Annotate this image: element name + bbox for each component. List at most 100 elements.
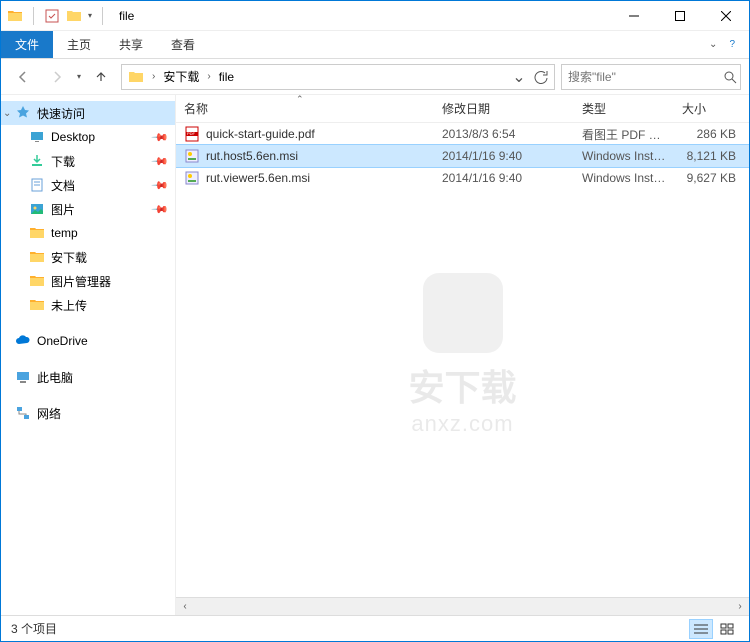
back-button[interactable] <box>9 63 37 91</box>
folder-icon <box>29 297 45 313</box>
file-name: rut.host5.6en.msi <box>206 149 298 163</box>
ribbon-tab-view[interactable]: 查看 <box>157 31 209 58</box>
address-dropdown-icon[interactable]: ⌄ <box>508 65 530 89</box>
minimize-button[interactable] <box>611 1 657 31</box>
forward-button[interactable] <box>43 63 71 91</box>
quick-access-toolbar: ▾ file <box>1 7 140 25</box>
breadcrumb-item[interactable]: 安下载 <box>159 65 203 89</box>
chevron-right-icon[interactable]: › <box>148 71 159 82</box>
file-date: 2013/8/3 6:54 <box>434 127 574 141</box>
sidebar-item[interactable]: 图片管理器 <box>1 269 175 293</box>
msi-icon <box>184 170 200 186</box>
refresh-button[interactable] <box>530 65 552 89</box>
content-area: ⌄ 快速访问 Desktop📌下载📌文档📌图片📌temp安下载图片管理器未上传 … <box>1 95 749 615</box>
sidebar-item[interactable]: 图片 📌 <box>1 197 175 221</box>
desktop-icon <box>29 129 45 145</box>
file-name: quick-start-guide.pdf <box>206 127 315 141</box>
ribbon-expand-icon[interactable]: ⌄ <box>705 35 721 54</box>
column-headers: 名称 ⌃ 修改日期 类型 大小 <box>176 95 749 123</box>
file-date: 2014/1/16 9:40 <box>434 171 574 185</box>
view-switcher <box>689 619 739 639</box>
file-list[interactable]: PDF quick-start-guide.pdf 2013/8/3 6:54 看… <box>176 123 749 597</box>
history-dropdown-icon[interactable]: ▾ <box>77 72 81 81</box>
ribbon-tab-home[interactable]: 主页 <box>53 31 105 58</box>
file-type: 看图王 PDF 文件 <box>574 126 674 143</box>
window-controls <box>611 1 749 31</box>
scroll-left-button[interactable]: ‹ <box>176 598 194 615</box>
documents-icon <box>29 177 45 193</box>
file-row[interactable]: rut.viewer5.6en.msi 2014/1/16 9:40 Windo… <box>176 167 749 189</box>
file-size: 286 KB <box>674 127 744 141</box>
sidebar-item-label: 图片 <box>51 201 75 218</box>
sidebar-network[interactable]: 网络 <box>1 401 175 425</box>
scroll-right-button[interactable]: › <box>731 598 749 615</box>
folder-icon <box>29 273 45 289</box>
file-type: Windows Install... <box>574 149 674 163</box>
up-button[interactable] <box>87 63 115 91</box>
chevron-down-icon[interactable]: ⌄ <box>3 108 11 119</box>
sidebar-onedrive[interactable]: OneDrive <box>1 329 175 353</box>
sidebar-item-label: 此电脑 <box>37 369 73 386</box>
scroll-track[interactable] <box>194 598 731 615</box>
ribbon-tab-file[interactable]: 文件 <box>1 31 53 58</box>
search-input[interactable] <box>568 70 723 84</box>
downloads-icon <box>29 153 45 169</box>
qat-dropdown-icon[interactable]: ▾ <box>88 11 92 20</box>
pin-icon: 📌 <box>151 128 170 147</box>
titlebar: ▾ file <box>1 1 749 31</box>
navigation-pane: ⌄ 快速访问 Desktop📌下载📌文档📌图片📌temp安下载图片管理器未上传 … <box>1 95 176 615</box>
ribbon-tabs: 文件 主页 共享 查看 ⌄ ? <box>1 31 749 59</box>
sidebar-item-label: 快速访问 <box>37 105 85 122</box>
computer-icon <box>15 369 31 385</box>
file-row[interactable]: PDF quick-start-guide.pdf 2013/8/3 6:54 看… <box>176 123 749 145</box>
cloud-icon <box>15 333 31 349</box>
separator <box>102 7 103 25</box>
column-header-size[interactable]: 大小 <box>674 95 744 122</box>
sidebar-item-label: OneDrive <box>37 334 88 348</box>
sidebar-item[interactable]: 未上传 <box>1 293 175 317</box>
sidebar-this-pc[interactable]: 此电脑 <box>1 365 175 389</box>
sidebar-item[interactable]: Desktop 📌 <box>1 125 175 149</box>
qat-properties-icon[interactable] <box>44 8 60 24</box>
column-header-date[interactable]: 修改日期 <box>434 95 574 122</box>
maximize-button[interactable] <box>657 1 703 31</box>
svg-text:PDF: PDF <box>187 131 196 136</box>
sidebar-item[interactable]: 下载 📌 <box>1 149 175 173</box>
sidebar-item-label: 未上传 <box>51 297 87 314</box>
close-button[interactable] <box>703 1 749 31</box>
sidebar-item[interactable]: temp <box>1 221 175 245</box>
sidebar-quick-access[interactable]: ⌄ 快速访问 <box>1 101 175 125</box>
ribbon-tab-share[interactable]: 共享 <box>105 31 157 58</box>
star-icon <box>15 105 31 121</box>
pin-icon: 📌 <box>151 200 170 219</box>
pictures-icon <box>29 201 45 217</box>
sidebar-item[interactable]: 安下载 <box>1 245 175 269</box>
sidebar-item-label: 安下载 <box>51 249 87 266</box>
sidebar-item-label: 下载 <box>51 153 75 170</box>
breadcrumb-item[interactable]: file <box>215 65 238 89</box>
horizontal-scrollbar[interactable]: ‹ › <box>176 597 749 615</box>
file-size: 9,627 KB <box>674 171 744 185</box>
sort-ascending-icon: ⌃ <box>296 94 304 105</box>
sidebar-item-label: 网络 <box>37 405 61 422</box>
details-view-button[interactable] <box>689 619 713 639</box>
breadcrumb-root-icon[interactable] <box>124 65 148 89</box>
sidebar-item[interactable]: 文档📌 <box>1 173 175 197</box>
folder-icon <box>7 8 23 24</box>
file-date: 2014/1/16 9:40 <box>434 149 574 163</box>
qat-folder-icon[interactable] <box>66 8 82 24</box>
column-header-name[interactable]: 名称 ⌃ <box>176 95 434 122</box>
chevron-right-icon[interactable]: › <box>203 71 214 82</box>
column-header-type[interactable]: 类型 <box>574 95 674 122</box>
file-list-area: 名称 ⌃ 修改日期 类型 大小 PDF quick-start-guide.pdf… <box>176 95 749 615</box>
thumbnails-view-button[interactable] <box>715 619 739 639</box>
sidebar-item-label: 文档 <box>51 177 75 194</box>
separator <box>33 7 34 25</box>
help-icon[interactable]: ? <box>725 35 739 54</box>
sidebar-item-label: Desktop <box>51 130 95 144</box>
address-bar[interactable]: › 安下载 › file ⌄ <box>121 64 555 90</box>
search-box[interactable] <box>561 64 741 90</box>
file-row[interactable]: rut.host5.6en.msi 2014/1/16 9:40 Windows… <box>176 145 749 167</box>
search-icon[interactable] <box>723 70 737 84</box>
pin-icon: 📌 <box>151 152 170 171</box>
